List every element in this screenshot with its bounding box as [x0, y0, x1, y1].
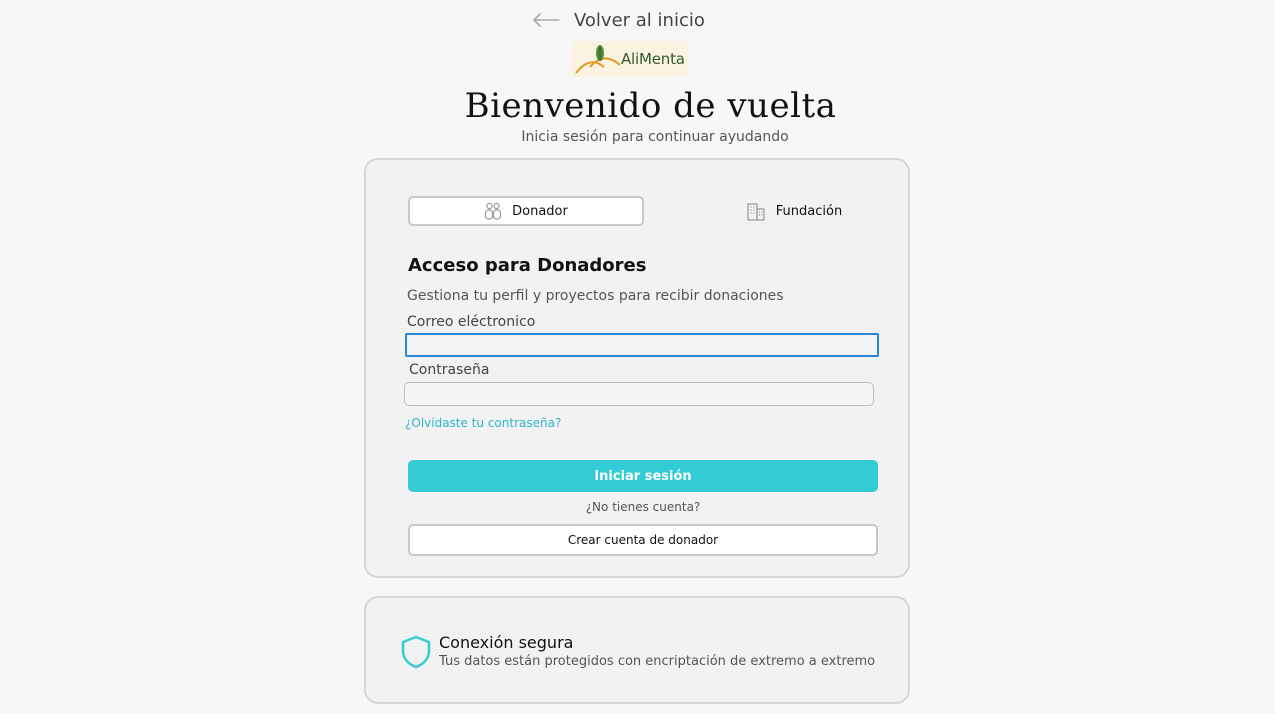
- logo-text: AliMenta: [621, 50, 685, 68]
- create-donor-account-button[interactable]: Crear cuenta de donador: [408, 524, 878, 556]
- users-icon: [484, 202, 502, 220]
- logo-mark-icon: [575, 45, 620, 74]
- page-subtitle: Inicia sesión para continuar ayudando: [521, 129, 789, 145]
- login-button[interactable]: Iniciar sesión: [408, 460, 878, 492]
- tab-fundacion-label: Fundación: [775, 203, 843, 219]
- forgot-password-link[interactable]: ¿Olvidaste tu contraseña?: [405, 416, 561, 430]
- tab-donador-label: Donador: [512, 203, 568, 219]
- tab-fundacion[interactable]: Fundación: [676, 196, 912, 226]
- email-label: Correo eléctronico: [407, 314, 536, 330]
- secure-connection-title: Conexión segura: [439, 633, 574, 652]
- password-field[interactable]: [404, 382, 874, 406]
- tab-donador[interactable]: Donador: [408, 196, 644, 226]
- back-link-label: Volver al inicio: [574, 9, 705, 31]
- secure-connection-description: Tus datos están protegidos con encriptac…: [439, 654, 876, 669]
- shield-icon: [401, 635, 431, 669]
- login-page: Volver al inicio AliMenta Bienvenido de …: [0, 0, 1275, 714]
- email-field[interactable]: [405, 333, 879, 357]
- password-label: Contraseña: [409, 362, 490, 378]
- section-title: Acceso para Donadores: [408, 255, 647, 276]
- secure-connection-card: Conexión segura Tus datos están protegid…: [364, 596, 910, 704]
- arrow-left-icon: [532, 13, 560, 27]
- no-account-text: ¿No tienes cuenta?: [585, 500, 701, 514]
- back-to-home-link[interactable]: Volver al inicio: [532, 6, 705, 34]
- login-card: Donador Fundación Acceso para Donadores …: [364, 158, 910, 578]
- section-description: Gestiona tu perfil y proyectos para reci…: [407, 288, 784, 304]
- building-icon: [746, 201, 766, 221]
- brand-logo: AliMenta: [572, 41, 688, 77]
- page-title: Bienvenido de vuelta: [464, 86, 837, 126]
